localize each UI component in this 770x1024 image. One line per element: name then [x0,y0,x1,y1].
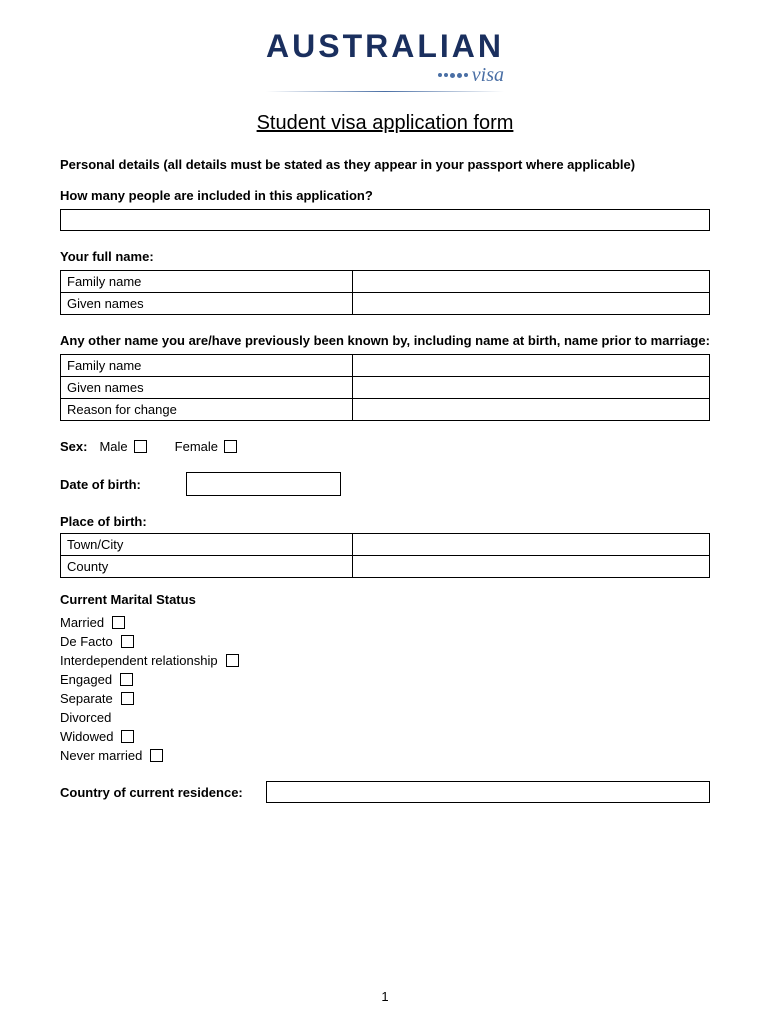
table-row: County [61,556,710,578]
town-city-label: Town/City [61,534,353,556]
female-label: Female [175,439,218,454]
other-family-name-label: Family name [61,355,353,377]
full-name-label: Your full name: [60,249,710,264]
country-label: Country of current residence: [60,785,250,800]
given-names-input-cell[interactable] [353,293,710,315]
full-name-table: Family name Given names [60,270,710,315]
logo-dot-5 [464,73,468,77]
logo-box: AUSTRALIAN visa [266,30,504,92]
country-row: Country of current residence: [60,781,710,803]
other-name-label: Any other name you are/have previously b… [60,333,710,348]
de-facto-checkbox[interactable] [121,635,134,648]
town-city-input-cell[interactable] [353,534,710,556]
male-checkbox[interactable] [134,440,147,453]
other-given-names-label: Given names [61,377,353,399]
country-input[interactable] [266,781,710,803]
marital-de-facto: De Facto [60,634,710,649]
marital-married: Married [60,615,710,630]
marital-widowed: Widowed [60,729,710,744]
interdependent-label: Interdependent relationship [60,653,218,668]
form-title: Student visa application form [60,112,710,135]
logo-dot-4 [457,73,462,78]
male-label: Male [99,439,127,454]
married-checkbox[interactable] [112,616,125,629]
widowed-checkbox[interactable] [121,730,134,743]
marital-separate: Separate [60,691,710,706]
other-given-names-input[interactable] [359,380,703,395]
female-option[interactable]: Female [175,439,237,454]
marital-never-married: Never married [60,748,710,763]
table-row: Town/City [61,534,710,556]
personal-details-label: Personal details (all details must be st… [60,157,710,172]
reason-change-label: Reason for change [61,399,353,421]
male-option[interactable]: Male [99,439,146,454]
logo-visa-text: visa [472,64,504,87]
place-of-birth-label: Place of birth: [60,514,710,529]
marital-interdependent: Interdependent relationship [60,653,710,668]
other-name-table: Family name Given names Reason for chang… [60,354,710,421]
page-number: 1 [0,989,770,1004]
county-input[interactable] [359,559,703,574]
engaged-checkbox[interactable] [120,673,133,686]
de-facto-label: De Facto [60,634,113,649]
reason-change-input[interactable] [359,402,703,417]
table-row: Given names [61,377,710,399]
logo-australian-text: AUSTRALIAN [266,30,504,62]
table-row: Given names [61,293,710,315]
given-names-label: Given names [61,293,353,315]
marital-engaged: Engaged [60,672,710,687]
marital-section: Current Marital Status Married De Facto … [60,592,710,763]
separate-label: Separate [60,691,113,706]
widowed-label: Widowed [60,729,113,744]
page-container: AUSTRALIAN visa Student visa application… [0,0,770,1024]
logo-visa-row: visa [266,64,504,87]
divorced-label: Divorced [60,710,111,725]
county-input-cell[interactable] [353,556,710,578]
engaged-label: Engaged [60,672,112,687]
table-row: Reason for change [61,399,710,421]
how-many-input[interactable] [60,209,710,231]
logo-dots [438,73,468,78]
never-married-label: Never married [60,748,142,763]
family-name-input-cell[interactable] [353,271,710,293]
county-label: County [61,556,353,578]
separate-checkbox[interactable] [121,692,134,705]
logo-dot-1 [438,73,442,77]
logo-container: AUSTRALIAN visa [60,30,710,92]
dob-input[interactable] [186,472,341,496]
logo-dot-2 [444,73,448,77]
dob-row: Date of birth: [60,472,710,496]
interdependent-checkbox[interactable] [226,654,239,667]
other-given-names-input-cell[interactable] [353,377,710,399]
table-row: Family name [61,271,710,293]
marital-status-label: Current Marital Status [60,592,710,607]
sex-label: Sex: [60,439,87,454]
other-family-name-input[interactable] [359,358,703,373]
other-family-name-input-cell[interactable] [353,355,710,377]
reason-change-input-cell[interactable] [353,399,710,421]
married-label: Married [60,615,104,630]
family-name-input[interactable] [359,274,703,289]
how-many-question: How many people are included in this app… [60,188,710,203]
sex-row: Sex: Male Female [60,439,710,454]
logo-dot-3 [450,73,455,78]
given-names-input[interactable] [359,296,703,311]
dob-label: Date of birth: [60,477,170,492]
never-married-checkbox[interactable] [150,749,163,762]
logo-underline [266,91,504,92]
family-name-label: Family name [61,271,353,293]
female-checkbox[interactable] [224,440,237,453]
table-row: Family name [61,355,710,377]
place-of-birth-table: Town/City County [60,533,710,578]
marital-divorced: Divorced [60,710,710,725]
town-city-input[interactable] [359,537,703,552]
